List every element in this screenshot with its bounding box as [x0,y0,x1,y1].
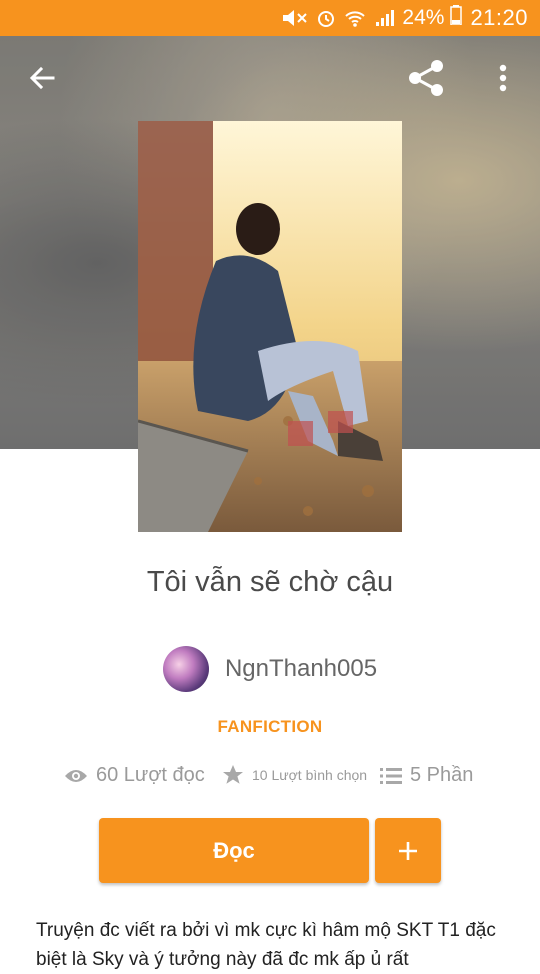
plus-icon [399,841,417,860]
votes-stat: 10 Lượt bình chọn [222,764,367,786]
arrow-left-icon [29,66,55,90]
story-title: Tôi vẫn sẽ chờ cậu [146,566,394,598]
alarm-icon [316,8,336,28]
read-button-label: Đọc [213,837,255,863]
share-button[interactable] [404,56,448,100]
author-avatar[interactable] [162,646,209,692]
star-icon [223,765,243,784]
reads-stat: 60 Lượt đọc [64,764,205,787]
reads-count: 60 Lượt đọc [96,764,205,786]
status-icons [280,8,395,28]
category-label[interactable]: FANFICTION [0,717,540,737]
parts-stat: 5 Phần [380,764,473,787]
read-button[interactable]: Đọc [99,818,369,883]
status-bar: 24% 21:20 [0,0,540,36]
parts-count: 5 Phần [410,764,474,786]
back-button[interactable] [22,58,62,98]
add-to-library-button[interactable] [375,818,441,883]
eye-icon [65,769,87,782]
share-icon [409,60,443,96]
wifi-icon [344,8,366,28]
votes-count: 10 Lượt bình chọn [252,767,368,783]
cover-image[interactable] [138,121,402,532]
story-stats: 60 Lượt đọc 10 Lượt bình chọn 5 Phần [0,764,540,798]
mute-icon [280,8,308,28]
battery-level: 24% [402,6,445,29]
author-row[interactable]: NgnThanh005 [0,646,540,692]
list-icon [380,767,402,784]
author-name[interactable]: NgnThanh005 [225,655,377,683]
more-options-button[interactable] [488,58,518,98]
story-description: Truyện đc viết ra bởi vì mk cực kì hâm m… [36,920,496,970]
battery-icon [450,5,463,31]
more-vertical-icon [499,64,507,92]
signal-icon [374,8,395,28]
clock: 21:20 [470,5,528,30]
